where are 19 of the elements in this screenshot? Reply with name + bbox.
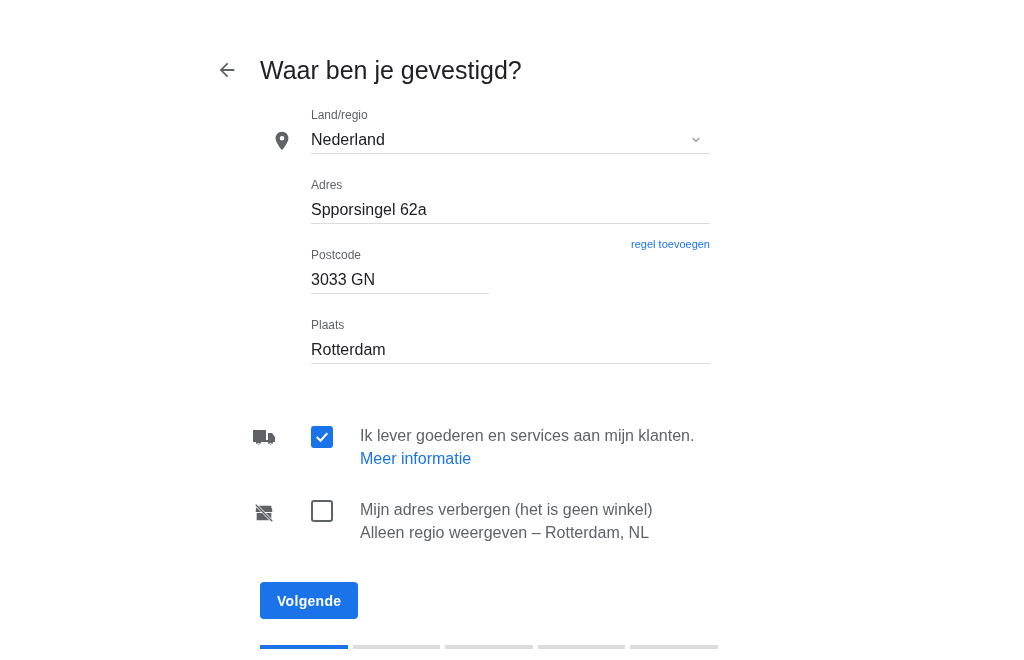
input-field[interactable]: 3033 GN xyxy=(311,266,489,294)
add-line-link[interactable]: regel toevoegen xyxy=(631,238,710,250)
option-text: Alleen regio weergeven – Rotterdam, NL xyxy=(360,523,651,543)
field-label: Land/regio xyxy=(311,108,368,122)
field-label: Postcode xyxy=(311,248,362,262)
page-title: Waar ben je gevestigd? xyxy=(260,55,522,86)
more-info-link[interactable]: Meer informatie xyxy=(360,447,695,470)
input-field[interactable]: Rotterdam xyxy=(311,336,710,364)
hidden-store-icon xyxy=(253,502,275,524)
option-text: Ik lever goederen en services aan mijn klanten. xyxy=(360,426,695,446)
input-field[interactable]: Spporsingel 62a xyxy=(311,196,710,224)
next-button[interactable]: Volgende xyxy=(260,582,359,619)
option-text: Mijn adres verbergen (het is geen winkel) xyxy=(360,500,653,520)
truck-icon xyxy=(252,428,276,446)
country-select[interactable]: Nederland xyxy=(311,126,710,154)
checkbox[interactable] xyxy=(311,426,333,448)
checkbox[interactable] xyxy=(311,500,333,522)
field-label: Plaats xyxy=(311,318,345,332)
field-label: Adres xyxy=(311,178,343,192)
